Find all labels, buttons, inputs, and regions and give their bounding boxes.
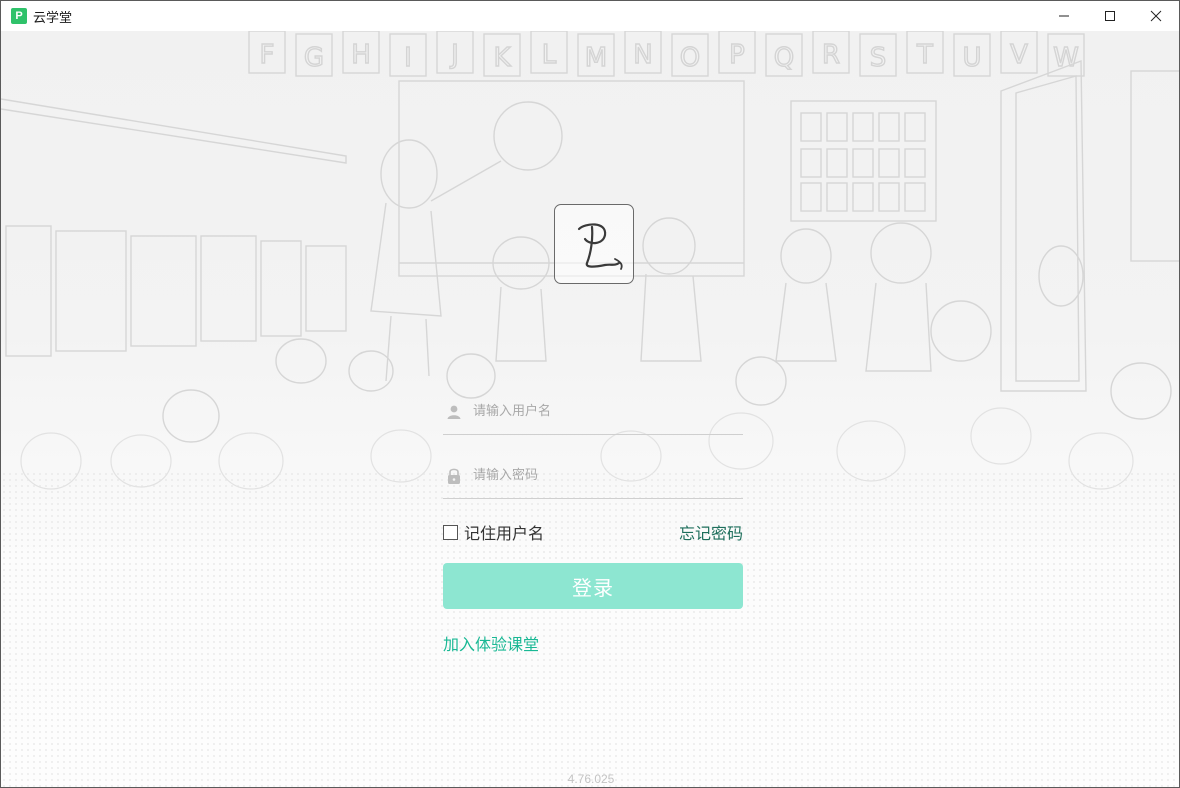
app-window: P 云学堂 FGHIJKLMNOPQRSTUVW 请输入用户名 记住用户名 忘记… <box>0 0 1180 788</box>
banner-letter: W <box>1053 43 1079 73</box>
lock-icon <box>444 466 464 486</box>
banner-letter: Q <box>774 43 794 73</box>
user-icon <box>444 402 464 422</box>
banner-letter: G <box>304 43 324 73</box>
username-field <box>443 389 743 435</box>
window-title: 云学堂 <box>33 10 73 26</box>
banner-letter: L <box>542 40 557 70</box>
banner-letter: K <box>493 43 511 73</box>
p-signature-logo-icon <box>577 223 623 270</box>
maximize-button[interactable] <box>1087 1 1133 31</box>
close-button[interactable] <box>1133 1 1179 31</box>
banner-letter: O <box>680 43 700 73</box>
banner-letter: F <box>260 40 275 70</box>
banner-letter: M <box>585 43 607 73</box>
username-input[interactable] <box>473 396 733 427</box>
banner-letter: N <box>633 40 652 70</box>
banner-letter: H <box>351 40 371 70</box>
banner-letter: J <box>449 40 459 70</box>
banner-letter: S <box>870 43 887 73</box>
window-controls <box>1041 1 1179 31</box>
login-options: 记住用户名 忘记密码 <box>443 521 743 543</box>
remember-username-toggle[interactable]: 记住用户名 <box>443 520 544 544</box>
banner-letter: R <box>822 40 840 70</box>
title-bar: P 云学堂 <box>1 1 1179 31</box>
password-input[interactable] <box>473 460 733 491</box>
maximize-icon <box>1105 11 1115 21</box>
version-label: 4.76.025 <box>567 772 615 786</box>
app-logo <box>554 204 634 284</box>
close-icon <box>1150 10 1162 22</box>
login-button[interactable]: 登录 <box>443 563 743 609</box>
join-trial-class-link[interactable]: 加入体验课堂 <box>443 631 539 655</box>
banner-letter: I <box>404 43 412 73</box>
forgot-password-link[interactable]: 忘记密码 <box>679 520 743 544</box>
banner-letter: U <box>962 43 981 73</box>
banner-letter: V <box>1010 40 1028 70</box>
app-logo-icon: P <box>11 8 27 24</box>
alphabet-banner: FGH I J K LMNOPQRSTUVW <box>248 31 1085 77</box>
remember-checkbox[interactable] <box>443 524 458 540</box>
remember-username-label: 记住用户名 <box>464 524 545 543</box>
minimize-icon <box>1059 15 1069 17</box>
login-form: 记住用户名 忘记密码 登录 加入体验课堂 <box>443 389 743 655</box>
banner-letter: P <box>729 40 745 70</box>
minimize-button[interactable] <box>1041 1 1087 31</box>
banner-letter: T <box>916 40 933 70</box>
password-field <box>443 453 743 499</box>
